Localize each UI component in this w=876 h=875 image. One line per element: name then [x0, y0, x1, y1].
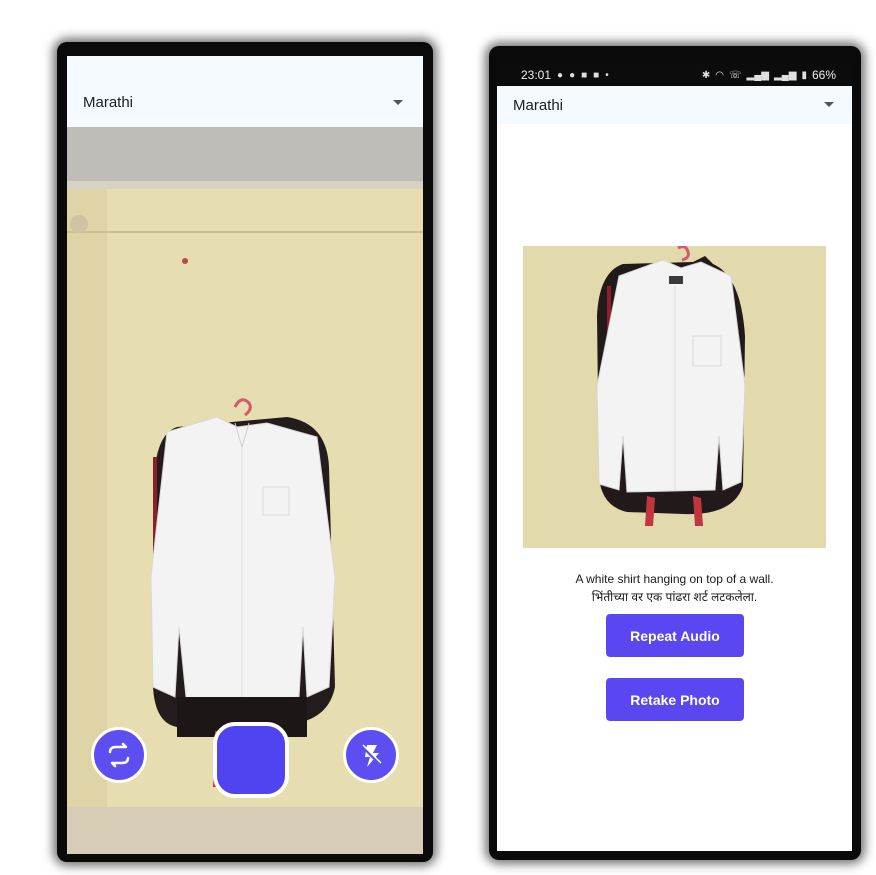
- chevron-down-icon[interactable]: [393, 100, 403, 105]
- youtube-icon: ■: [581, 69, 588, 81]
- result-screen: 23:01 ● ● ■ ■ • ✱ ◠ ☏ ▂▄▆ ▂▄▆ ▮ 66% Mara…: [497, 64, 852, 851]
- floor: [67, 807, 423, 854]
- language-selector[interactable]: Marathi: [67, 56, 423, 127]
- wifi-icon: ◠: [715, 69, 724, 81]
- phone-left-frame: Marathi: [57, 42, 433, 862]
- wifi-calling-icon: ☏: [729, 69, 742, 81]
- captured-photo: [523, 246, 826, 548]
- language-selector-value: Marathi: [83, 94, 134, 111]
- chevron-down-icon[interactable]: [824, 102, 834, 107]
- retake-photo-button[interactable]: Retake Photo: [606, 678, 744, 721]
- youtube-icon: ■: [593, 69, 600, 81]
- camera-screen: Marathi: [67, 56, 423, 854]
- caption-english: A white shirt hanging on top of a wall.: [575, 572, 774, 586]
- signal-icon: ▂▄▆: [746, 69, 769, 81]
- language-selector[interactable]: Marathi: [497, 86, 852, 124]
- battery-percent: 66%: [811, 68, 836, 82]
- ceiling: [67, 127, 423, 187]
- dot-icon: •: [605, 69, 609, 81]
- status-bar: 23:01 ● ● ■ ■ • ✱ ◠ ☏ ▂▄▆ ▂▄▆ ▮ 66%: [497, 64, 852, 86]
- battery-icon: ▮: [801, 69, 807, 81]
- switch-camera-icon: [108, 742, 130, 768]
- flash-off-icon: [360, 744, 382, 767]
- chat-icon: ●: [557, 69, 564, 81]
- caption-marathi: भिंतीच्या वर एक पांढरा शर्ट लटकलेला.: [591, 590, 758, 604]
- repeat-audio-button[interactable]: Repeat Audio: [606, 614, 744, 657]
- shutter-button[interactable]: [213, 722, 289, 798]
- photo-shirt-tag: [669, 276, 683, 284]
- light-fixture: [70, 215, 88, 233]
- photo-white-shirt: [596, 259, 746, 493]
- flash-toggle-button[interactable]: [343, 727, 399, 783]
- signal-icon: ▂▄▆: [773, 69, 797, 81]
- switch-camera-button[interactable]: [91, 727, 147, 783]
- status-time: 23:01: [521, 68, 552, 82]
- wall-mark: [182, 258, 188, 264]
- bluetooth-icon: ✱: [701, 69, 711, 81]
- phone-right-frame: 23:01 ● ● ■ ■ • ✱ ◠ ☏ ▂▄▆ ▂▄▆ ▮ 66% Mara…: [489, 46, 861, 860]
- location-icon: ●: [569, 69, 576, 81]
- wall-rail: [67, 231, 423, 233]
- language-selector-value: Marathi: [513, 96, 564, 114]
